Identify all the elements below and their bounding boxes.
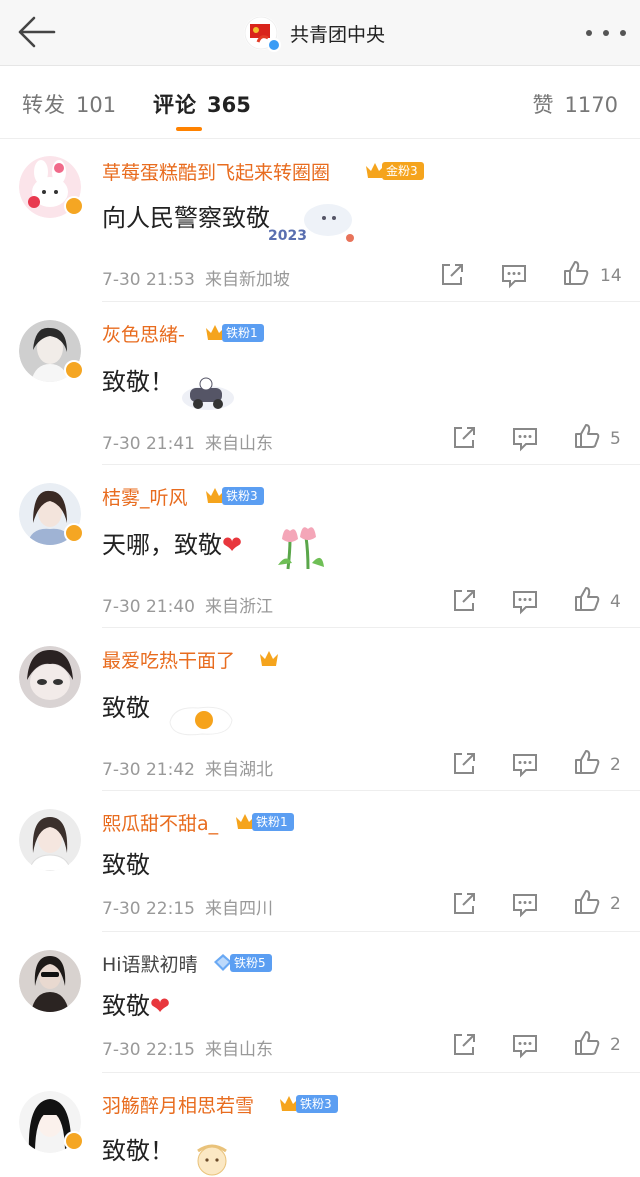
repost-icon[interactable]: [450, 750, 478, 778]
fan-badge: 铁粉1: [234, 811, 294, 832]
sticker-image: [182, 377, 234, 410]
like-count: 14: [600, 266, 622, 286]
repost-icon[interactable]: [438, 261, 466, 289]
comment-text: 致敬❤: [102, 992, 171, 1020]
comment-text: 向人民警察致敬: [102, 204, 270, 232]
username[interactable]: 草莓蛋糕酷到飞起来转圈圈: [102, 158, 330, 185]
reply-icon[interactable]: [511, 424, 539, 452]
fan-badge: [258, 648, 280, 669]
comment-item: 最爱吃热干面了 致敬 7-30 21:42 来自湖北 2: [0, 628, 640, 791]
tab-bar: 转发 101 评论 365 赞 1170: [0, 67, 640, 139]
comment-text: 致敬！: [102, 1137, 174, 1165]
avatar[interactable]: [19, 483, 84, 545]
fan-badge: 铁粉3: [204, 485, 264, 506]
avatar[interactable]: [19, 1091, 84, 1153]
like-icon[interactable]: [573, 422, 601, 450]
comment-text: 致敬: [102, 694, 150, 722]
reply-icon[interactable]: [511, 587, 539, 615]
tulip-sticker-image: [278, 527, 324, 570]
sticker-label: 2023: [268, 228, 307, 244]
tab-comments[interactable]: 评论 365: [153, 89, 251, 119]
comment-item: 熙瓜甜不甜a_ 铁粉1 致敬 7-30 22:15 来自四川 2: [0, 791, 640, 932]
repost-icon[interactable]: [450, 1031, 478, 1059]
comment-item: Hi语默初晴 铁粉5 致敬❤ 7-30 22:15 来自山东 2: [0, 932, 640, 1073]
reply-icon[interactable]: [511, 1031, 539, 1059]
egg-sticker-image: [169, 706, 233, 736]
like-icon[interactable]: [573, 1029, 601, 1057]
comment-meta: 7-30 22:15 来自四川: [102, 899, 273, 919]
avatar[interactable]: [19, 320, 84, 382]
like-count: 4: [610, 592, 621, 612]
username[interactable]: Hi语默初晴: [102, 950, 198, 977]
comment-text: 天哪，致敬❤: [102, 531, 243, 559]
heart-icon: ❤: [150, 992, 171, 1020]
fan-badge: 铁粉3: [278, 1093, 338, 1114]
like-icon[interactable]: [573, 748, 601, 776]
like-count: 2: [610, 755, 621, 775]
comment-item: 草莓蛋糕酷到飞起来转圈圈 金粉3 向人民警察致敬 2023 7-30 21:53…: [0, 140, 640, 302]
comment-meta: 7-30 21:41 来自山东: [102, 434, 273, 454]
repost-icon[interactable]: [450, 890, 478, 918]
like-icon[interactable]: [562, 259, 590, 287]
tab-repost[interactable]: 转发 101: [22, 89, 116, 119]
more-dots-icon[interactable]: [586, 18, 626, 48]
avatar[interactable]: [19, 950, 81, 1012]
like-icon[interactable]: [573, 585, 601, 613]
tab-likes[interactable]: 赞 1170: [533, 89, 618, 119]
comment-meta: 7-30 21:42 来自湖北: [102, 760, 273, 780]
top-bar: 共青团中央: [0, 0, 640, 66]
reply-icon[interactable]: [511, 890, 539, 918]
comment-text: 致敬！: [102, 368, 174, 396]
comment-item: 灰色思緒- 铁粉1 致敬！ 7-30 21:41 来自山东 5: [0, 302, 640, 465]
avatar[interactable]: [19, 809, 81, 872]
page-title: 共青团中央: [290, 23, 386, 46]
repost-icon[interactable]: [450, 587, 478, 615]
heart-icon: ❤: [222, 531, 243, 559]
comment-meta: 7-30 22:15 来自山东: [102, 1040, 273, 1060]
like-icon[interactable]: [573, 888, 601, 916]
username[interactable]: 最爱吃热干面了: [102, 646, 235, 673]
sticker-image: [197, 1144, 227, 1176]
fan-badge: 铁粉5: [212, 952, 272, 973]
username[interactable]: 桔雾_听风: [102, 483, 188, 510]
active-tab-indicator: [176, 127, 202, 131]
like-count: 2: [610, 1035, 621, 1055]
fan-badge: 铁粉1: [204, 322, 264, 343]
like-count: 5: [610, 429, 621, 449]
comment-meta: 7-30 21:40 来自浙江: [102, 597, 273, 617]
username[interactable]: 灰色思緒-: [102, 320, 185, 347]
reply-icon[interactable]: [500, 261, 528, 289]
verified-badge-icon: [267, 38, 281, 52]
verified-badge-icon: [64, 523, 84, 543]
username[interactable]: 羽觞醉月相思若雪: [102, 1091, 254, 1118]
comment-item: 羽觞醉月相思若雪 铁粉3 致敬！: [0, 1073, 640, 1177]
account-avatar[interactable]: [244, 16, 281, 52]
fan-badge: 金粉3: [364, 160, 424, 181]
verified-badge-icon: [64, 196, 84, 216]
repost-icon[interactable]: [450, 424, 478, 452]
back-arrow-icon[interactable]: [14, 14, 58, 50]
like-count: 2: [610, 894, 621, 914]
avatar[interactable]: [19, 646, 81, 708]
reply-icon[interactable]: [511, 750, 539, 778]
comment-item: 桔雾_听风 铁粉3 天哪，致敬❤ 7-30 21:40 来自浙江 4: [0, 465, 640, 628]
verified-badge-icon: [64, 360, 84, 380]
avatar[interactable]: [19, 156, 84, 218]
comment-text: 致敬: [102, 851, 150, 879]
account-header[interactable]: 共青团中央: [244, 14, 385, 52]
comment-meta: 7-30 21:53 来自新加坡: [102, 270, 290, 290]
verified-badge-icon: [64, 1131, 84, 1151]
username[interactable]: 熙瓜甜不甜a_: [102, 809, 218, 836]
